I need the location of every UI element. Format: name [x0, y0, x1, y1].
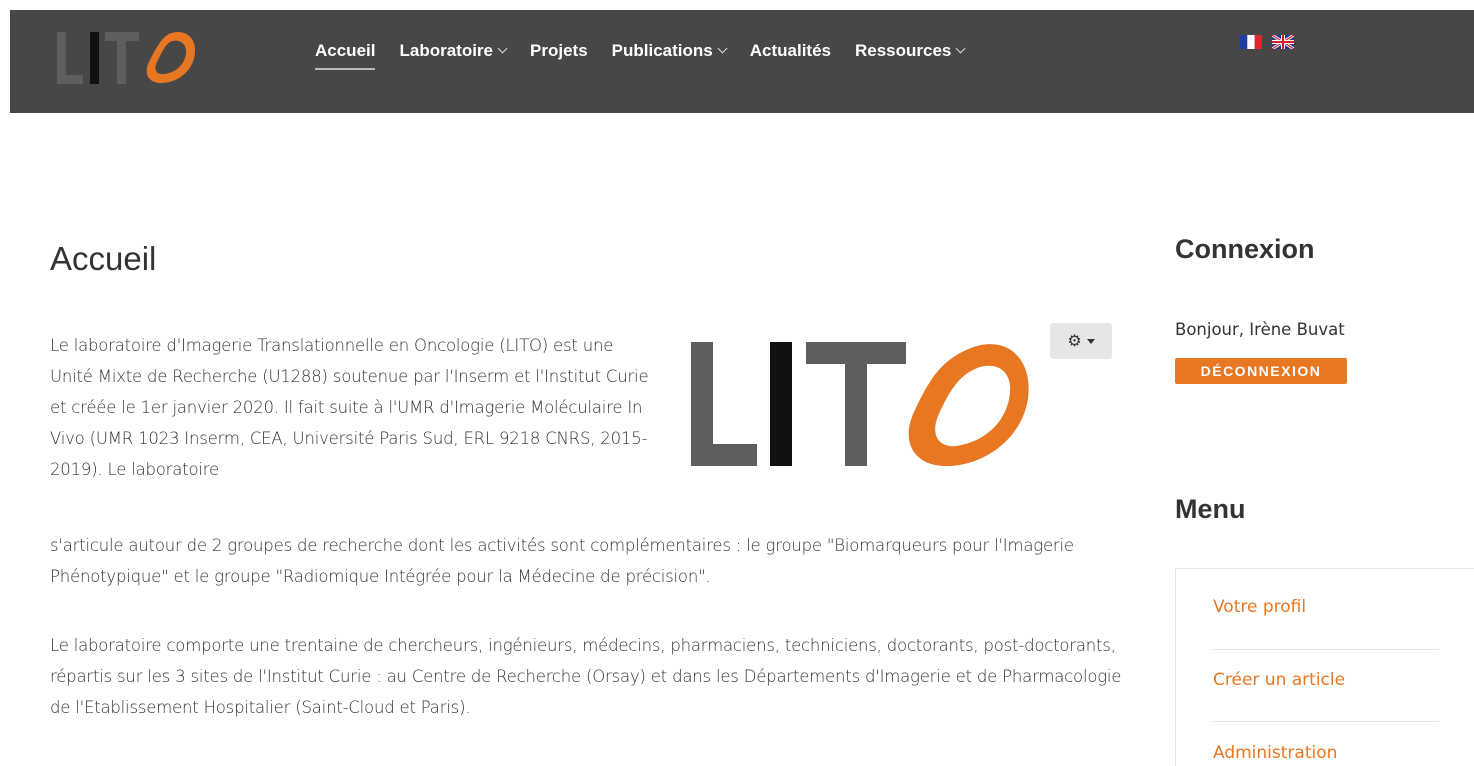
gear-icon: ⚙: [1067, 333, 1082, 350]
nav-label: Actualités: [749, 41, 831, 60]
page-title: Accueil: [50, 240, 157, 277]
uk-flag-icon[interactable]: [1272, 35, 1294, 49]
nav-item-accueil[interactable]: Accueil: [315, 41, 376, 70]
logout-button[interactable]: DÉCONNEXION: [1175, 358, 1347, 384]
menu-item-administration[interactable]: Administration: [1213, 743, 1439, 763]
site-logo[interactable]: [57, 28, 197, 88]
nav-label: Laboratoire: [399, 41, 494, 60]
menu-item-profile[interactable]: Votre profil: [1213, 597, 1439, 617]
nav-label: Ressources: [854, 41, 952, 60]
caret-down-icon: [1086, 338, 1095, 344]
menu-divider: [1213, 721, 1439, 722]
nav-label: Accueil: [315, 41, 376, 60]
user-greeting: Bonjour, Irène Buvat: [1175, 320, 1345, 339]
nav-item-projets[interactable]: Projets: [530, 41, 588, 61]
nav-label: Publications: [611, 41, 713, 60]
menu-item-create-article[interactable]: Créer un article: [1213, 670, 1439, 690]
nav-item-actualites[interactable]: Actualités: [750, 41, 831, 61]
language-switcher: [1240, 35, 1304, 49]
intro-paragraph-continued: s'articule autour de 2 groupes de recher…: [50, 536, 1074, 586]
menu-heading: Menu: [1175, 494, 1246, 524]
login-heading: Connexion: [1175, 234, 1315, 264]
user-menu: Votre profil Créer un article Administra…: [1175, 568, 1474, 766]
nav-label: Projets: [530, 41, 588, 60]
chevron-down-icon: [955, 43, 966, 54]
fr-flag-icon[interactable]: [1240, 35, 1262, 49]
lito-content-logo: [691, 342, 1029, 466]
site-header: Accueil Laboratoire Projets Publications…: [10, 10, 1474, 113]
staff-paragraph: Le laboratoire comporte une trentaine de…: [50, 636, 1122, 717]
chevron-down-icon: [497, 43, 508, 54]
nav-item-laboratoire[interactable]: Laboratoire: [399, 41, 508, 61]
menu-divider: [1213, 649, 1439, 650]
intro-paragraph: Le laboratoire d'Imagerie Translationnel…: [50, 336, 649, 479]
main-nav: Accueil Laboratoire Projets Publications…: [315, 41, 988, 70]
nav-item-ressources[interactable]: Ressources: [854, 41, 966, 61]
nav-item-publications[interactable]: Publications: [611, 41, 728, 61]
chevron-down-icon: [717, 43, 728, 54]
article-tools-button[interactable]: ⚙: [1050, 323, 1112, 359]
